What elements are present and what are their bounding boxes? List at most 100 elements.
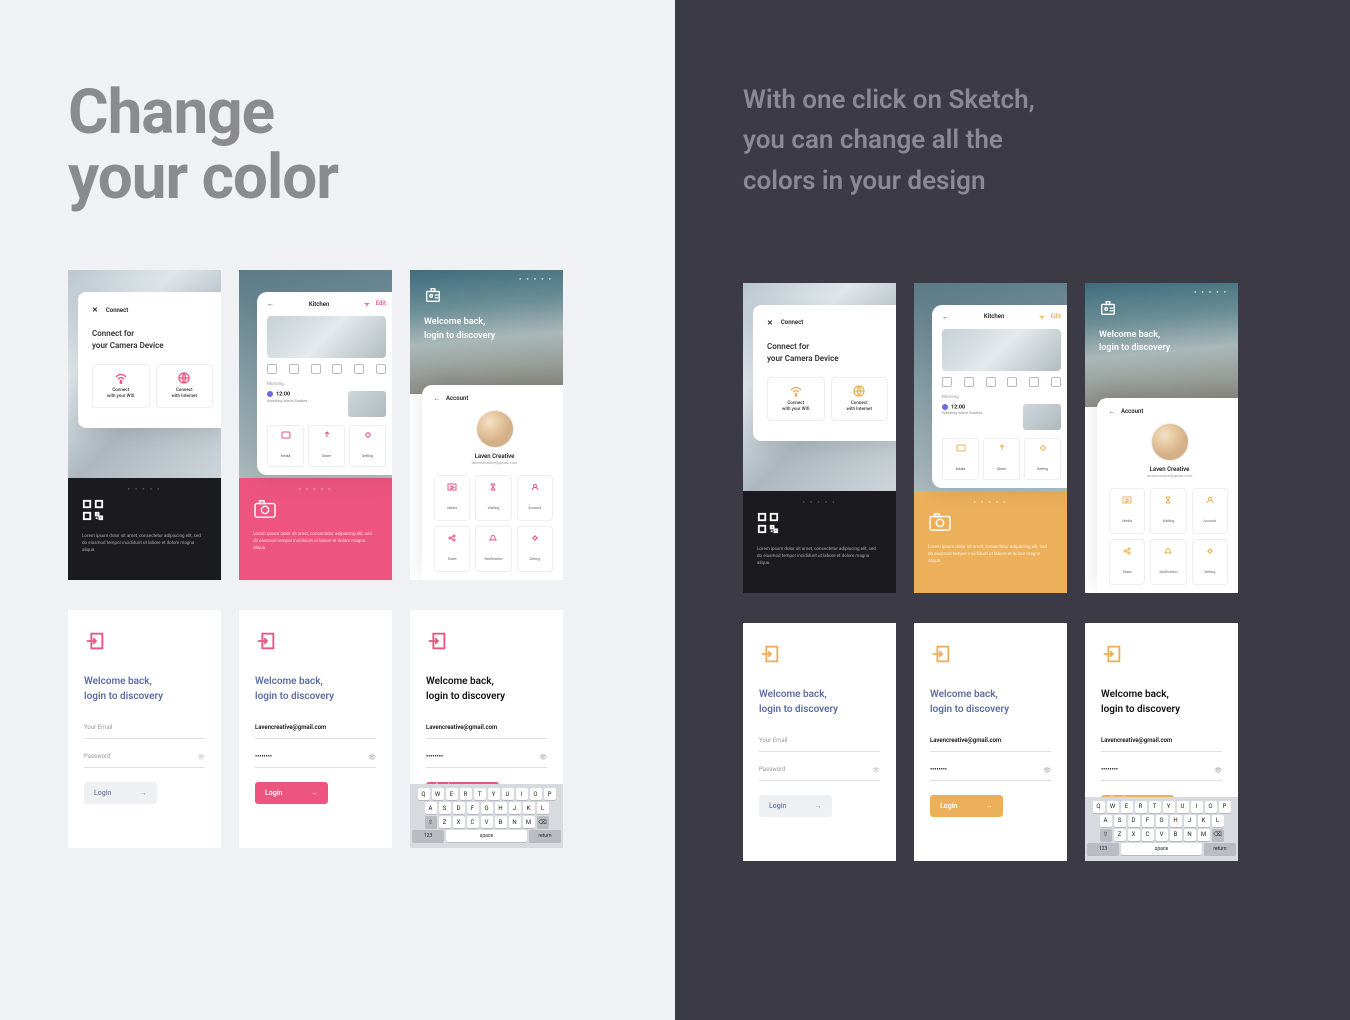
key-f[interactable]: F xyxy=(467,802,479,814)
internet-option[interactable]: Connectwith Internet xyxy=(831,377,889,421)
key-n[interactable]: N xyxy=(509,816,521,828)
num-key[interactable]: 123 xyxy=(412,830,444,842)
key-z[interactable]: Z xyxy=(439,816,451,828)
return-key[interactable]: return xyxy=(1204,843,1236,855)
key-r[interactable]: R xyxy=(460,788,472,800)
grid-notification[interactable]: Notification xyxy=(1150,539,1186,585)
eye-icon[interactable]: 👁 xyxy=(368,754,376,761)
email-field[interactable]: Lavencreative@gmail.com xyxy=(930,737,1051,752)
tile-share[interactable]: Share xyxy=(308,425,345,467)
key-s[interactable]: S xyxy=(439,802,451,814)
wifi-option[interactable]: Connectwith your Wifi xyxy=(767,377,825,421)
key-l[interactable]: L xyxy=(537,802,549,814)
key-f[interactable]: F xyxy=(1142,815,1154,827)
tile-media[interactable]: Media xyxy=(267,425,304,467)
key-b[interactable]: B xyxy=(495,816,507,828)
schedule-item[interactable]: 12:00Washing Move Studies xyxy=(942,404,1061,430)
grid-setting[interactable]: Setting xyxy=(1192,539,1228,585)
internet-option[interactable]: Connectwith Internet xyxy=(156,364,214,408)
password-field[interactable]: ••••••••👁 xyxy=(1101,766,1222,781)
eye-icon[interactable]: 👁 xyxy=(539,754,547,761)
email-field[interactable]: Your Email xyxy=(759,737,880,752)
key-m[interactable]: M xyxy=(523,816,535,828)
key-t[interactable]: T xyxy=(1149,801,1161,813)
password-field[interactable]: Password👁 xyxy=(759,766,880,781)
tile-media[interactable]: Media xyxy=(942,438,979,480)
key-a[interactable]: A xyxy=(425,802,437,814)
key-l[interactable]: L xyxy=(1212,815,1224,827)
space-key[interactable]: space xyxy=(446,830,527,842)
key-q[interactable]: Q xyxy=(1093,801,1105,813)
key-i[interactable]: I xyxy=(516,788,528,800)
key-q[interactable]: Q xyxy=(418,788,430,800)
eye-icon[interactable]: 👁 xyxy=(1214,767,1222,774)
return-key[interactable]: return xyxy=(529,830,561,842)
keyboard[interactable]: QWERTYUIOP ASDFGHJKL ⇧ZXCVBNM⌫ 123spacer… xyxy=(410,784,563,848)
key-z[interactable]: Z xyxy=(1114,829,1126,841)
tile-setting[interactable]: Setting xyxy=(1024,438,1061,480)
key-n[interactable]: N xyxy=(1184,829,1196,841)
tile-setting[interactable]: Setting xyxy=(349,425,386,467)
grid-account[interactable]: Account xyxy=(517,475,553,521)
shift-key[interactable]: ⇧ xyxy=(1100,829,1112,841)
password-field[interactable]: ••••••••👁 xyxy=(255,753,376,768)
key-h[interactable]: H xyxy=(495,802,507,814)
key-o[interactable]: O xyxy=(1205,801,1217,813)
eye-icon[interactable]: 👁 xyxy=(872,767,880,774)
key-k[interactable]: K xyxy=(523,802,535,814)
eye-icon[interactable]: 👁 xyxy=(197,754,205,761)
key-x[interactable]: X xyxy=(1128,829,1140,841)
key-u[interactable]: U xyxy=(502,788,514,800)
key-b[interactable]: B xyxy=(1170,829,1182,841)
grid-waiting[interactable]: Waiting xyxy=(1150,488,1186,534)
eye-icon[interactable]: 👁 xyxy=(1043,767,1051,774)
grid-notification[interactable]: Notification xyxy=(475,526,511,572)
login-button[interactable]: Login→ xyxy=(255,782,328,804)
key-c[interactable]: C xyxy=(1142,829,1154,841)
key-x[interactable]: X xyxy=(453,816,465,828)
tile-share[interactable]: Share xyxy=(983,438,1020,480)
key-w[interactable]: W xyxy=(1107,801,1119,813)
close-icon[interactable]: ✕ xyxy=(92,306,98,314)
schedule-item[interactable]: 12:00Washing Move Studies xyxy=(267,391,386,417)
grid-media[interactable]: Media xyxy=(1109,488,1145,534)
grid-setting[interactable]: Setting xyxy=(517,526,553,572)
key-o[interactable]: O xyxy=(530,788,542,800)
grid-media[interactable]: Media xyxy=(434,475,470,521)
password-field[interactable]: ••••••••👁 xyxy=(930,766,1051,781)
edit-link[interactable]: Edit xyxy=(376,300,386,308)
avatar[interactable] xyxy=(476,410,514,448)
close-icon[interactable]: ✕ xyxy=(767,319,773,327)
email-field[interactable]: Lavencreative@gmail.com xyxy=(255,724,376,739)
password-field[interactable]: ••••••••👁 xyxy=(426,753,547,768)
key-k[interactable]: K xyxy=(1198,815,1210,827)
key-j[interactable]: J xyxy=(1184,815,1196,827)
num-key[interactable]: 123 xyxy=(1087,843,1119,855)
key-e[interactable]: E xyxy=(446,788,458,800)
key-c[interactable]: C xyxy=(467,816,479,828)
key-a[interactable]: A xyxy=(1100,815,1112,827)
keyboard[interactable]: QWERTYUIOP ASDFGHJKL ⇧ZXCVBNM⌫ 123spacer… xyxy=(1085,797,1238,861)
key-s[interactable]: S xyxy=(1114,815,1126,827)
key-h[interactable]: H xyxy=(1170,815,1182,827)
key-u[interactable]: U xyxy=(1177,801,1189,813)
key-d[interactable]: D xyxy=(453,802,465,814)
key-g[interactable]: G xyxy=(1156,815,1168,827)
login-button[interactable]: Login→ xyxy=(84,782,157,804)
key-e[interactable]: E xyxy=(1121,801,1133,813)
back-icon[interactable]: ← xyxy=(434,395,440,402)
key-g[interactable]: G xyxy=(481,802,493,814)
key-j[interactable]: J xyxy=(509,802,521,814)
grid-account[interactable]: Account xyxy=(1192,488,1228,534)
login-button[interactable]: Login→ xyxy=(759,795,832,817)
key-r[interactable]: R xyxy=(1135,801,1147,813)
key-p[interactable]: P xyxy=(1219,801,1231,813)
key-y[interactable]: Y xyxy=(488,788,500,800)
grid-share[interactable]: Share xyxy=(1109,539,1145,585)
del-key[interactable]: ⌫ xyxy=(1212,829,1224,841)
email-field[interactable]: Lavencreative@gmail.com xyxy=(1101,737,1222,752)
key-i[interactable]: I xyxy=(1191,801,1203,813)
key-y[interactable]: Y xyxy=(1163,801,1175,813)
key-d[interactable]: D xyxy=(1128,815,1140,827)
del-key[interactable]: ⌫ xyxy=(537,816,549,828)
